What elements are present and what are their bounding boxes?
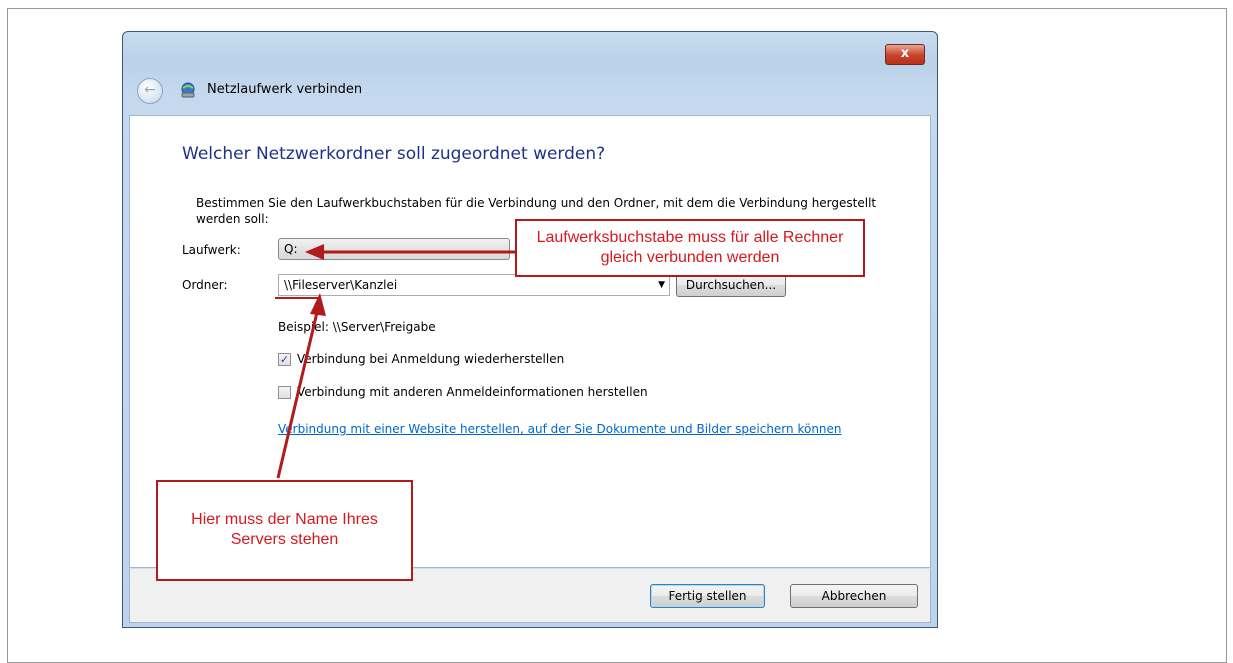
drive-arrow-head — [305, 244, 324, 260]
server-arrow-head — [310, 293, 326, 316]
server-arrow — [276, 307, 320, 479]
server-name-callout: Hier muss der Name Ihres Servers stehen — [156, 480, 413, 581]
drive-letter-callout: Laufwerksbuchstabe muss für alle Rechner… — [515, 219, 865, 277]
